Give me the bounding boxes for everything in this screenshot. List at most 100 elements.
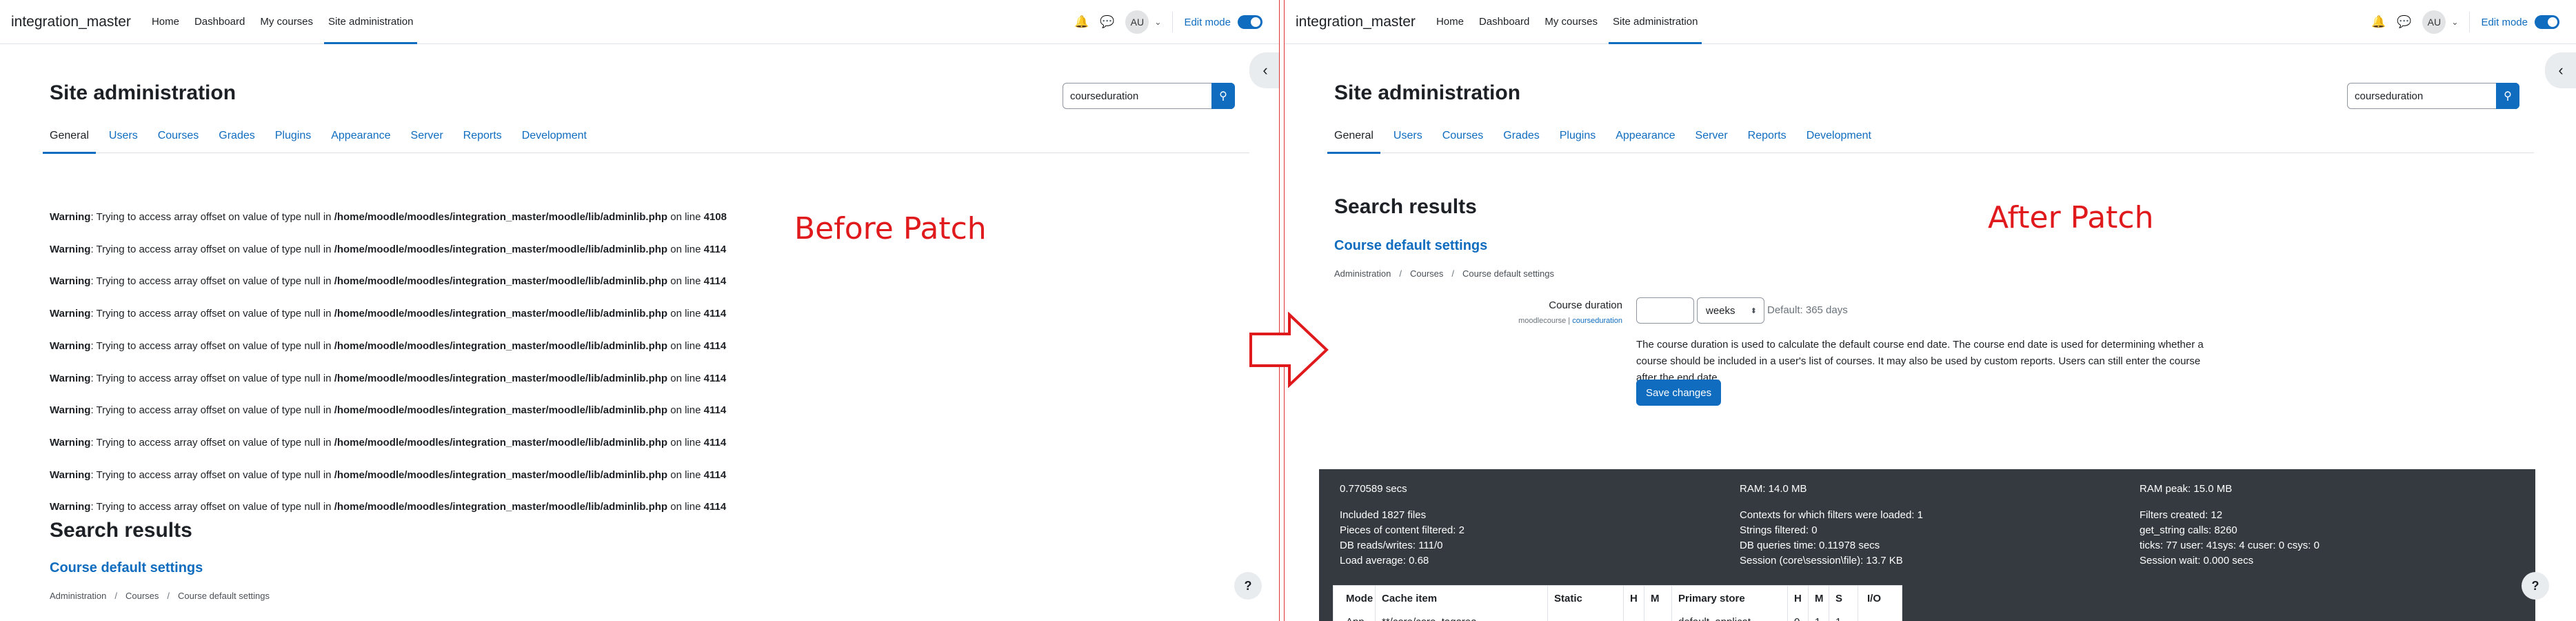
search-icon[interactable]: ⚲: [2496, 83, 2519, 109]
setting-name-link[interactable]: courseduration: [1572, 317, 1622, 325]
nav-site-administration[interactable]: Site administration: [1609, 0, 1702, 44]
page-title: Site administration: [1334, 81, 1521, 104]
column-divider: [1787, 586, 1788, 621]
avatar[interactable]: AU: [1125, 10, 1149, 34]
nav-home[interactable]: Home: [152, 0, 179, 44]
warning-line-number: 4114: [703, 308, 727, 319]
warning-on-line: on line: [667, 308, 704, 319]
warning-line: Warning: Trying to access array offset o…: [50, 373, 726, 384]
warning-label: Warning: [50, 469, 91, 481]
cache-table: Mode Cache item Static H M Primary store H M S I/…: [1333, 585, 1902, 621]
warning-line: Warning: Trying to access array offset o…: [50, 404, 726, 416]
chevron-down-icon[interactable]: ⌄: [1154, 17, 1161, 27]
warning-on-line: on line: [667, 340, 704, 352]
column-header: Mode: [1346, 593, 1373, 604]
setting-separator: |: [1566, 317, 1573, 325]
default-value: Default: 365 days: [1767, 304, 1848, 316]
site-brand[interactable]: integration_master: [11, 14, 131, 30]
table-cell: 1: [1835, 616, 1841, 621]
warning-on-line: on line: [667, 244, 704, 255]
tab-server[interactable]: Server: [411, 119, 443, 153]
nav-my-courses[interactable]: My courses: [260, 0, 313, 44]
tab-general[interactable]: General: [1327, 119, 1380, 154]
tab-grades[interactable]: Grades: [1503, 119, 1539, 153]
warning-message: : Trying to access array offset on value…: [90, 244, 334, 255]
help-icon[interactable]: ?: [1234, 572, 1262, 600]
chat-bubble-icon[interactable]: 💬: [1100, 15, 1114, 29]
help-icon[interactable]: ?: [2522, 572, 2549, 600]
nav-dashboard[interactable]: Dashboard: [194, 0, 245, 44]
breadcrumb-course-default-settings[interactable]: Course default settings: [178, 591, 270, 601]
tab-users[interactable]: Users: [109, 119, 138, 153]
course-duration-number-input[interactable]: [1636, 297, 1694, 324]
nav-site-administration[interactable]: Site administration: [324, 0, 418, 44]
warning-label: Warning: [50, 211, 91, 223]
bell-icon[interactable]: 🔔: [1074, 15, 1089, 29]
column-divider: [1547, 586, 1548, 621]
search-results-heading: Search results: [50, 519, 192, 542]
breadcrumb-administration[interactable]: Administration: [1334, 268, 1391, 279]
breadcrumb-courses[interactable]: Courses: [125, 591, 159, 601]
chat-bubble-icon[interactable]: 💬: [2397, 15, 2411, 29]
perf-stat: 0.770589 secs: [1340, 483, 1407, 495]
navbar: integration_master Home Dashboard My cou…: [0, 0, 1279, 44]
breadcrumb-administration[interactable]: Administration: [50, 591, 106, 601]
column-divider: [1671, 586, 1672, 621]
tab-courses[interactable]: Courses: [158, 119, 199, 153]
warning-line-number: 4114: [703, 501, 727, 513]
search-input[interactable]: courseduration: [1063, 83, 1232, 109]
tab-plugins[interactable]: Plugins: [275, 119, 311, 153]
nav-home[interactable]: Home: [1436, 0, 1464, 44]
nav-dashboard[interactable]: Dashboard: [1479, 0, 1529, 44]
nav-my-courses[interactable]: My courses: [1544, 0, 1598, 44]
edit-mode-toggle[interactable]: [2535, 15, 2559, 29]
search-input[interactable]: courseduration: [2347, 83, 2517, 109]
tab-development[interactable]: Development: [522, 119, 587, 153]
comparison-screenshot: integration_master Home Dashboard My cou…: [0, 0, 2576, 621]
bell-icon[interactable]: 🔔: [2371, 15, 2386, 29]
perf-stat: RAM peak: 15.0 MB: [2140, 483, 2233, 495]
column-header: H: [1630, 593, 1638, 604]
course-default-settings-link[interactable]: Course default settings: [50, 560, 203, 576]
avatar[interactable]: AU: [2422, 10, 2446, 34]
tab-appearance[interactable]: Appearance: [331, 119, 390, 153]
chevron-down-icon[interactable]: ⌄: [2451, 17, 2458, 27]
warning-line-number: 4114: [703, 373, 727, 384]
tab-server[interactable]: Server: [1695, 119, 1728, 153]
warning-on-line: on line: [667, 275, 704, 287]
tab-appearance[interactable]: Appearance: [1616, 119, 1675, 153]
perf-stat: DB queries time: 0.11978 secs: [1740, 540, 1880, 551]
perf-stat: DB reads/writes: 111/0: [1340, 540, 1443, 551]
divider: [2469, 12, 2471, 32]
edit-mode-toggle[interactable]: [1238, 15, 1262, 29]
breadcrumb-courses[interactable]: Courses: [1410, 268, 1443, 279]
select-caret-icon: ⬍: [1750, 306, 1757, 315]
warning-file-path: /home/moodle/moodles/integration_master/…: [334, 501, 668, 513]
column-divider: [1808, 586, 1809, 621]
drawer-toggle-chevron-left-icon[interactable]: ‹: [1249, 52, 1279, 88]
save-changes-button[interactable]: Save changes: [1636, 379, 1722, 406]
warning-message: : Trying to access array offset on value…: [90, 437, 334, 448]
warning-on-line: on line: [667, 373, 704, 384]
tab-general[interactable]: General: [43, 119, 96, 154]
warning-line: Warning: Trying to access array offset o…: [50, 469, 726, 481]
tab-grades[interactable]: Grades: [219, 119, 254, 153]
column-divider: [1375, 586, 1376, 621]
tab-plugins[interactable]: Plugins: [1560, 119, 1596, 153]
course-default-settings-link[interactable]: Course default settings: [1334, 238, 1487, 254]
tab-users[interactable]: Users: [1393, 119, 1422, 153]
warning-file-path: /home/moodle/moodles/integration_master/…: [334, 244, 668, 255]
breadcrumb-course-default-settings[interactable]: Course default settings: [1462, 268, 1554, 279]
warning-label: Warning: [50, 275, 91, 287]
warning-line-number: 4114: [703, 275, 727, 287]
warning-file-path: /home/moodle/moodles/integration_master/…: [334, 469, 668, 481]
site-brand[interactable]: integration_master: [1296, 14, 1416, 30]
search-icon[interactable]: ⚲: [1211, 83, 1235, 109]
tab-development[interactable]: Development: [1807, 119, 1871, 153]
tab-courses[interactable]: Courses: [1442, 119, 1484, 153]
tab-reports[interactable]: Reports: [463, 119, 502, 153]
tab-reports[interactable]: Reports: [1748, 119, 1787, 153]
course-duration-unit-select[interactable]: weeks ⬍: [1697, 297, 1764, 324]
drawer-toggle-chevron-left-icon[interactable]: ‹: [2545, 52, 2576, 88]
before-panel: integration_master Home Dashboard My cou…: [0, 0, 1280, 621]
